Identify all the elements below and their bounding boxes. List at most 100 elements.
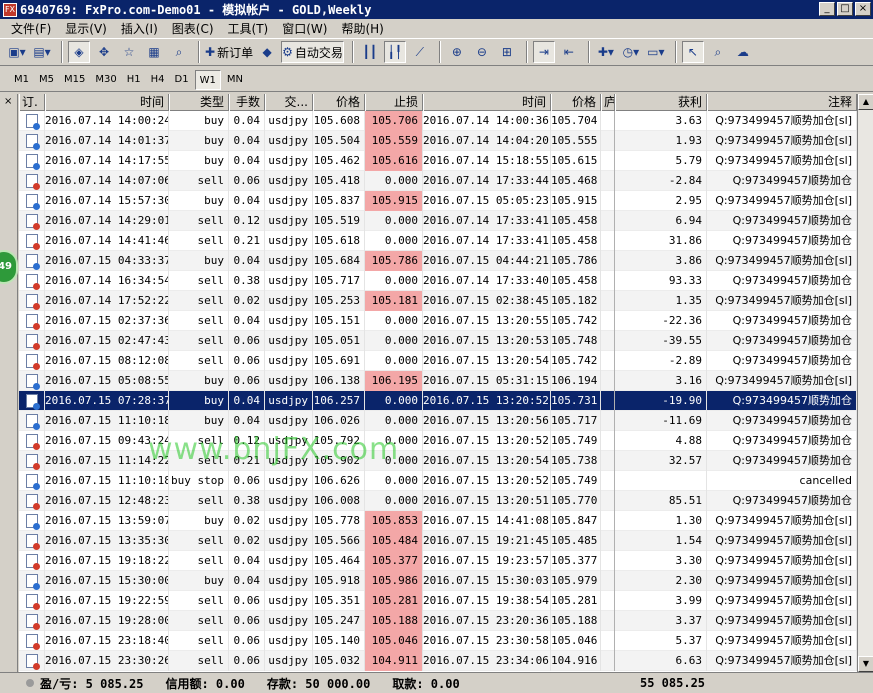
close-terminal-icon[interactable]: ×: [4, 96, 12, 107]
maximize-button[interactable]: □: [837, 2, 853, 16]
period-w1[interactable]: W1: [194, 69, 221, 90]
period-mn[interactable]: MN: [223, 70, 247, 90]
new-chart-button[interactable]: ▣▾: [6, 41, 28, 63]
summary-profit-loss: 盈/亏: 5 085.25: [40, 676, 144, 691]
table-row[interactable]: 2016.07.15 11:14:22 sell 0.21 usdjpy 105.902…: [19, 451, 857, 471]
table-row[interactable]: 2016.07.15 09:43:24 sell 0.12 usdjpy 105.792…: [19, 431, 857, 451]
col-order[interactable]: 订.: [19, 94, 45, 111]
table-row[interactable]: 2016.07.15 05:08:55 buy 0.06 usdjpy 106.138 1…: [19, 371, 857, 391]
close-button[interactable]: ×: [855, 2, 871, 16]
menu-tools[interactable]: 工具(T): [221, 20, 276, 37]
profiles-button[interactable]: ▤▾: [31, 41, 53, 63]
vertical-scrollbar[interactable]: ▲ ▼: [857, 94, 873, 672]
favorites-button[interactable]: ☆: [118, 41, 140, 63]
navigator-button[interactable]: ✥: [93, 41, 115, 63]
zoom-out-button[interactable]: ⊖: [471, 41, 493, 63]
col-open-time[interactable]: 时间: [45, 94, 169, 111]
col-profit[interactable]: 获利: [615, 94, 707, 111]
table-row[interactable]: 2016.07.15 11:10:18 buy stop 0.06 usdjpy 106…: [19, 471, 857, 491]
metaeditor-button[interactable]: ◆: [256, 41, 278, 63]
line-chart-button[interactable]: ⟋: [409, 41, 431, 63]
table-row[interactable]: 2016.07.15 02:37:36 sell 0.04 usdjpy 105.151…: [19, 311, 857, 331]
menu-file[interactable]: 文件(F): [4, 20, 58, 37]
cell-close-price: 105.182: [551, 291, 601, 311]
auto-scroll-button[interactable]: ⇥: [532, 41, 555, 63]
table-row[interactable]: 2016.07.15 23:30:26 sell 0.06 usdjpy 105.032…: [19, 651, 857, 671]
col-comment[interactable]: 注释: [707, 94, 857, 111]
table-row[interactable]: 2016.07.15 19:18:22 sell 0.04 usdjpy 105.464…: [19, 551, 857, 571]
col-symbol[interactable]: 交...: [265, 94, 313, 111]
auto-trading-label: 自动交易: [294, 45, 343, 60]
chart-shift-button[interactable]: ⇤: [558, 41, 580, 63]
period-d1[interactable]: D1: [171, 70, 193, 90]
table-row[interactable]: 2016.07.15 13:35:30 sell 0.02 usdjpy 105.566…: [19, 531, 857, 551]
period-m1[interactable]: M1: [10, 70, 33, 90]
cell-symbol: usdjpy: [265, 251, 313, 271]
table-row[interactable]: 2016.07.14 14:00:24 buy 0.04 usdjpy 105.608 1…: [19, 111, 857, 131]
minimize-button[interactable]: _: [819, 2, 835, 16]
table-row[interactable]: 2016.07.15 13:59:07 buy 0.02 usdjpy 105.778 1…: [19, 511, 857, 531]
cell-close-price: 105.704: [551, 111, 601, 131]
table-row[interactable]: 2016.07.14 14:07:06 sell 0.06 usdjpy 105.418…: [19, 171, 857, 191]
table-row[interactable]: 2016.07.15 15:30:00 buy 0.04 usdjpy 105.918 1…: [19, 571, 857, 591]
table-row[interactable]: 2016.07.14 14:41:46 sell 0.21 usdjpy 105.618…: [19, 231, 857, 251]
menu-view[interactable]: 显示(V): [58, 20, 114, 37]
table-row[interactable]: 2016.07.15 19:28:00 sell 0.06 usdjpy 105.247…: [19, 611, 857, 631]
order-icon: [19, 531, 45, 551]
period-h4[interactable]: H4: [147, 70, 169, 90]
menu-insert[interactable]: 插入(I): [114, 20, 165, 37]
search-button[interactable]: ⌕: [707, 41, 729, 63]
period-m5[interactable]: M5: [35, 70, 58, 90]
new-order-button[interactable]: ✚ 新订单: [205, 41, 253, 63]
tile-windows-button[interactable]: ⊞: [496, 41, 518, 63]
table-row[interactable]: 2016.07.14 16:34:54 sell 0.38 usdjpy 105.717…: [19, 271, 857, 291]
table-row[interactable]: 2016.07.15 12:48:23 sell 0.38 usdjpy 106.008…: [19, 491, 857, 511]
chat-button[interactable]: ☁: [732, 41, 754, 63]
indicators-button[interactable]: ✚▾: [595, 41, 617, 63]
zoom-in-button[interactable]: ⊕: [446, 41, 468, 63]
strategy-tester-button[interactable]: ⌕: [168, 41, 190, 63]
candlestick-button[interactable]: ╽╿: [383, 41, 406, 63]
clock-icon: ◷▾: [622, 45, 640, 59]
col-close-price[interactable]: 价格: [551, 94, 601, 111]
order-icon: [19, 591, 45, 611]
menu-charts[interactable]: 图表(C): [165, 20, 221, 37]
table-row[interactable]: 2016.07.15 19:22:59 sell 0.06 usdjpy 105.351…: [19, 591, 857, 611]
menu-window[interactable]: 窗口(W): [275, 20, 334, 37]
table-row[interactable]: 2016.07.14 15:57:30 buy 0.04 usdjpy 105.837 1…: [19, 191, 857, 211]
bar-chart-button[interactable]: ┃┃: [359, 41, 381, 63]
table-row[interactable]: 2016.07.15 04:33:37 buy 0.04 usdjpy 105.684 1…: [19, 251, 857, 271]
table-row[interactable]: 2016.07.14 14:17:55 buy 0.04 usdjpy 105.462 1…: [19, 151, 857, 171]
col-open-price[interactable]: 价格: [313, 94, 365, 111]
cell-open-time: 2016.07.15 04:33:37: [45, 251, 169, 271]
templates-button[interactable]: ▭▾: [645, 41, 667, 63]
period-h1[interactable]: H1: [123, 70, 145, 90]
col-close-time[interactable]: 时间: [423, 94, 551, 111]
periods-button[interactable]: ◷▾: [620, 41, 642, 63]
col-extra[interactable]: 庐: [601, 94, 615, 111]
table-row[interactable]: 2016.07.14 17:52:22 sell 0.02 usdjpy 105.253…: [19, 291, 857, 311]
col-type[interactable]: 类型: [169, 94, 229, 111]
table-row[interactable]: 2016.07.15 23:18:40 sell 0.06 usdjpy 105.140…: [19, 631, 857, 651]
cell-type: buy: [169, 511, 229, 531]
period-m30[interactable]: M30: [91, 70, 120, 90]
col-lots[interactable]: 手数: [229, 94, 265, 111]
scroll-up-icon[interactable]: ▲: [858, 94, 873, 110]
scroll-down-icon[interactable]: ▼: [858, 656, 873, 672]
notification-balloon[interactable]: 49: [0, 250, 18, 284]
menu-help[interactable]: 帮助(H): [334, 20, 390, 37]
period-m15[interactable]: M15: [60, 70, 89, 90]
table-row[interactable]: 2016.07.14 14:29:01 sell 0.12 usdjpy 105.519…: [19, 211, 857, 231]
table-row[interactable]: 2016.07.15 08:12:08 sell 0.06 usdjpy 105.691…: [19, 351, 857, 371]
table-row[interactable]: 2016.07.15 07:28:37 buy 0.04 usdjpy 106.257 0…: [19, 391, 857, 411]
col-stop-loss[interactable]: 止损: [365, 94, 423, 111]
auto-trading-button[interactable]: ⚙ 自动交易: [281, 41, 344, 63]
cell-lots: 0.21: [229, 451, 265, 471]
cursor-button[interactable]: ↖: [681, 41, 704, 63]
market-watch-button[interactable]: ◈: [68, 41, 90, 63]
cell-close-time: 2016.07.14 17:33:44: [423, 171, 551, 191]
table-row[interactable]: 2016.07.14 14:01:37 buy 0.04 usdjpy 105.504 1…: [19, 131, 857, 151]
data-window-button[interactable]: ▦: [143, 41, 165, 63]
table-row[interactable]: 2016.07.15 11:10:18 buy 0.04 usdjpy 106.026 0…: [19, 411, 857, 431]
table-row[interactable]: 2016.07.15 02:47:43 sell 0.06 usdjpy 105.051…: [19, 331, 857, 351]
